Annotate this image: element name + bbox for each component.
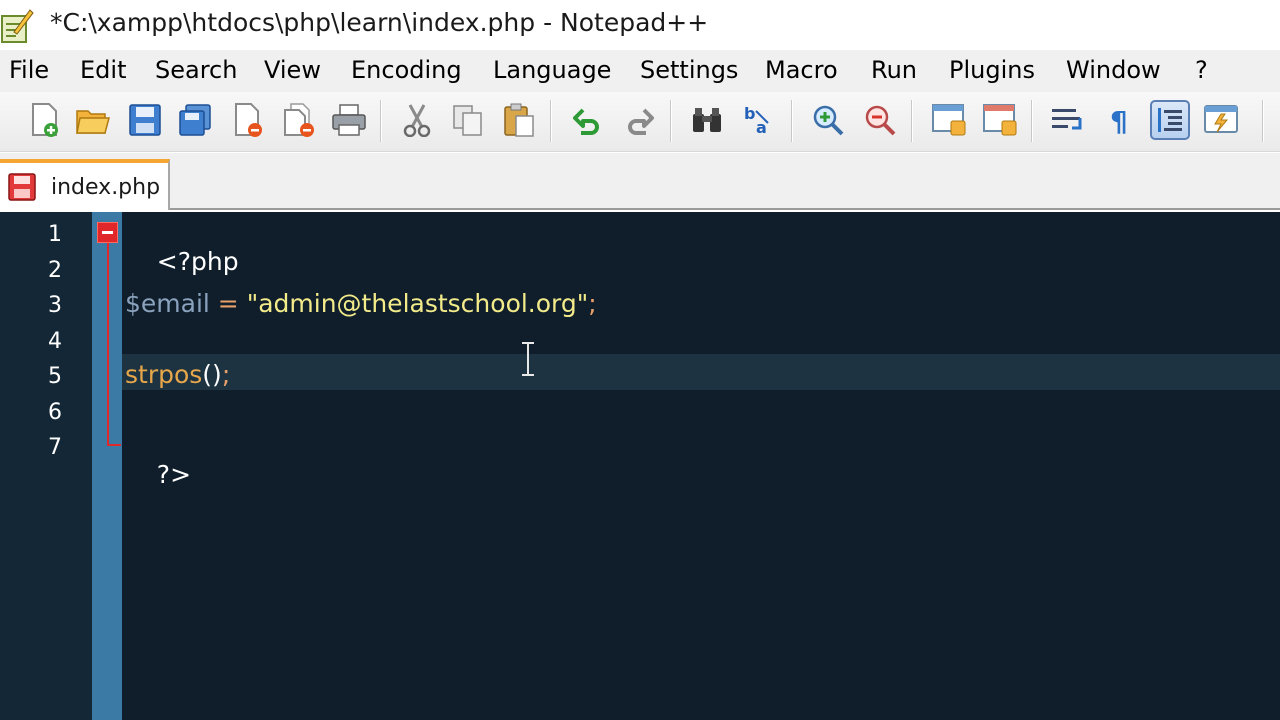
menu-macro[interactable]: Macro — [765, 56, 838, 84]
new-file-icon[interactable] — [24, 100, 64, 140]
line-number: 2 — [48, 258, 62, 283]
sync-horizontal-icon[interactable] — [980, 100, 1020, 140]
text-cursor-icon — [522, 342, 534, 376]
toolbar-separator — [791, 100, 793, 142]
sync-vertical-icon[interactable] — [929, 100, 969, 140]
menu-view[interactable]: View — [264, 56, 321, 84]
title-bar: *C:\xampp\htdocs\php\learn\index.php - N… — [0, 0, 1280, 50]
function-token: strpos — [125, 360, 203, 389]
semicolon-token: ; — [221, 360, 231, 389]
menu-search[interactable]: Search — [155, 56, 237, 84]
indent-guide-icon[interactable] — [1150, 100, 1190, 140]
line-number: 4 — [48, 329, 62, 354]
toolbar-separator — [911, 100, 913, 142]
notepad-plus-plus-icon — [1, 9, 34, 43]
php-close-tag: ?> — [156, 460, 192, 489]
current-line-highlight — [122, 354, 1280, 390]
close-all-icon[interactable] — [279, 100, 319, 140]
menu-run[interactable]: Run — [871, 56, 917, 84]
menu-help[interactable]: ? — [1195, 56, 1208, 84]
menu-edit[interactable]: Edit — [80, 56, 126, 84]
menu-plugins[interactable]: Plugins — [949, 56, 1035, 84]
paste-icon[interactable] — [499, 100, 539, 140]
undo-icon[interactable] — [568, 100, 608, 140]
zoom-out-icon[interactable] — [860, 100, 900, 140]
code-editor[interactable]: 1 2 3 4 5 6 7 <?php $email = "admin@thel… — [0, 212, 1280, 720]
find-icon[interactable] — [687, 100, 727, 140]
code-line-3: $email = "admin@thelastschool.org"; — [125, 289, 597, 318]
toolbar-separator — [550, 100, 552, 142]
tab-label: index.php — [51, 175, 161, 200]
window-title: *C:\xampp\htdocs\php\learn\index.php - N… — [50, 8, 709, 37]
code-line-7: ?> — [125, 431, 191, 518]
toolbar-separator — [1262, 100, 1264, 142]
print-icon[interactable] — [329, 100, 369, 140]
menu-settings[interactable]: Settings — [640, 56, 738, 84]
line-number: 5 — [48, 364, 62, 389]
menu-language[interactable]: Language — [493, 56, 611, 84]
svg-text:¶: ¶ — [1110, 105, 1128, 137]
save-all-icon[interactable] — [176, 100, 216, 140]
save-icon[interactable] — [125, 100, 165, 140]
unsaved-file-icon — [8, 173, 36, 201]
redo-icon[interactable] — [619, 100, 659, 140]
replace-icon[interactable]: ba — [740, 100, 780, 140]
cut-icon[interactable] — [397, 100, 437, 140]
toolbar-separator — [670, 100, 672, 142]
code-line-5: strpos(); — [125, 360, 230, 389]
variable-token: $email — [125, 289, 210, 318]
menu-window[interactable]: Window — [1066, 56, 1161, 84]
close-icon[interactable] — [228, 100, 268, 140]
show-all-characters-icon[interactable]: ¶ — [1099, 100, 1139, 140]
toolbar-separator — [1031, 100, 1033, 142]
paren-token: () — [202, 360, 222, 389]
tab-index-php[interactable]: index.php — [0, 159, 170, 210]
copy-icon[interactable] — [448, 100, 488, 140]
fold-range-end — [107, 444, 121, 446]
menu-bar: File Edit Search View Encoding Language … — [0, 50, 1280, 92]
line-number: 3 — [48, 293, 62, 318]
php-open-tag: <?php — [156, 247, 239, 276]
line-number: 6 — [48, 400, 62, 425]
collapse-fold-icon[interactable] — [97, 222, 118, 243]
tab-bar: index.php — [0, 153, 1280, 210]
line-number-gutter: 1 2 3 4 5 6 7 — [0, 212, 92, 720]
toolbar-separator — [380, 100, 382, 142]
toolbar: ba ¶ — [0, 92, 1280, 152]
menu-encoding[interactable]: Encoding — [351, 56, 462, 84]
open-file-icon[interactable] — [73, 100, 113, 140]
word-wrap-icon[interactable] — [1048, 100, 1088, 140]
operator-token: = — [209, 289, 247, 318]
semicolon-token: ; — [588, 289, 597, 318]
line-number: 1 — [48, 222, 62, 247]
string-token: "admin@thelastschool.org" — [246, 289, 589, 318]
svg-text:b: b — [744, 104, 755, 123]
line-number: 7 — [48, 435, 62, 460]
menu-file[interactable]: File — [9, 56, 49, 84]
user-defined-language-icon[interactable] — [1201, 100, 1241, 140]
zoom-in-icon[interactable] — [808, 100, 848, 140]
fold-range-line — [107, 233, 109, 446]
